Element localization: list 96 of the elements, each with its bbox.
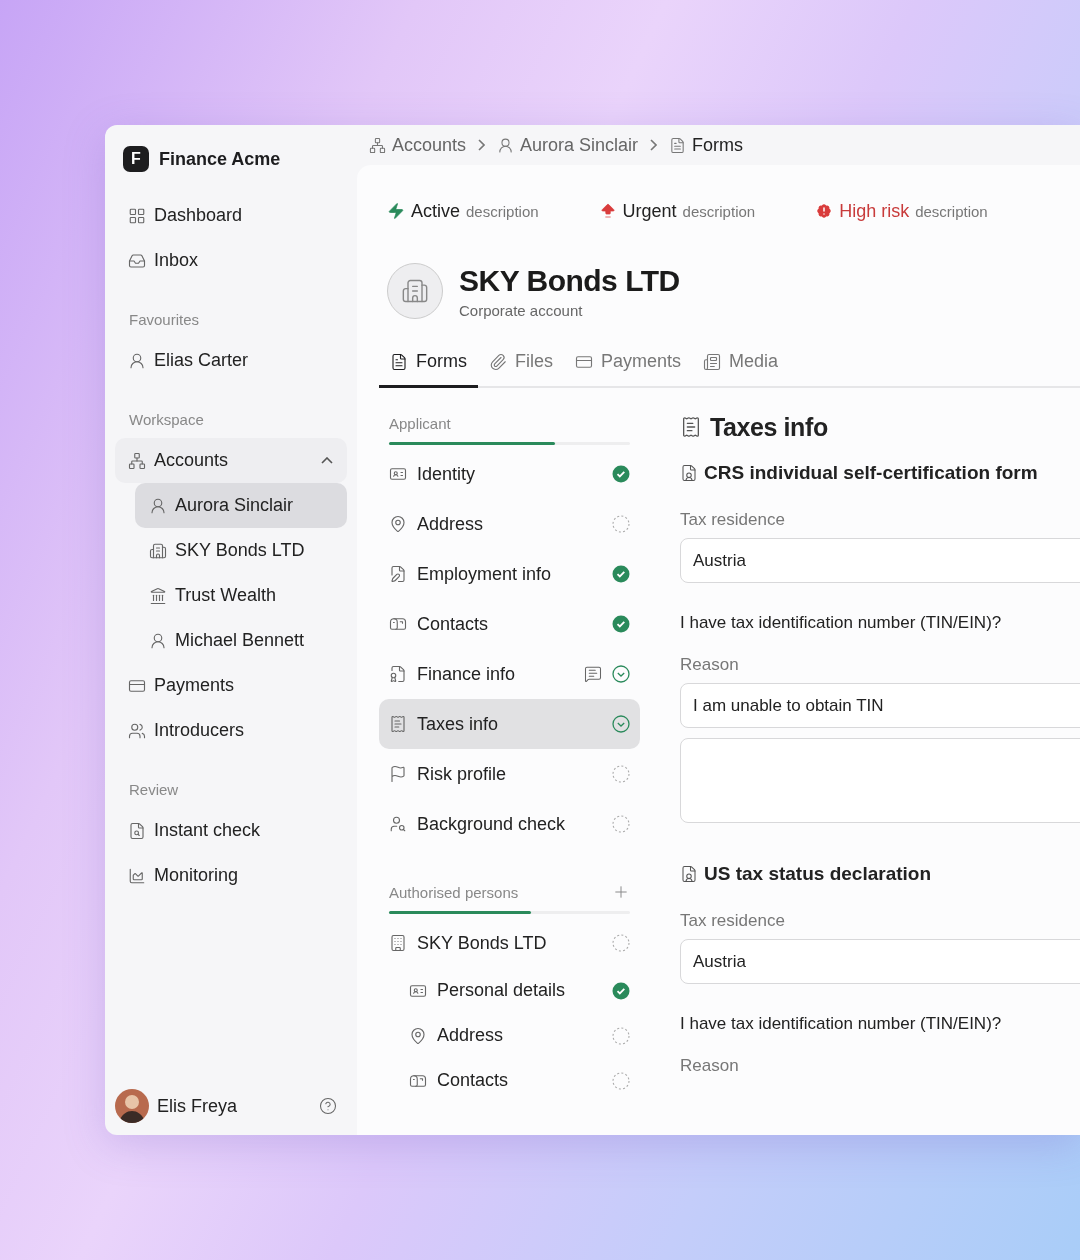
form-nav-item[interactable]: Employment info: [379, 549, 640, 599]
tab[interactable]: Payments: [564, 351, 693, 388]
group-title: Applicant: [389, 414, 451, 432]
form-nav-icon: [389, 665, 407, 683]
sidebar-item-icon: [128, 821, 146, 840]
account-type: Corporate account: [459, 301, 584, 319]
sidebar-item[interactable]: Accounts: [115, 438, 347, 483]
sidebar-item[interactable]: Introducers: [115, 708, 347, 753]
sidebar-item-icon: [128, 721, 146, 740]
sidebar-item-icon: [149, 541, 167, 560]
breadcrumb-icon: [497, 136, 515, 154]
form-nav-item[interactable]: Risk profile: [379, 749, 640, 799]
field-label: Tax residence: [680, 911, 786, 931]
form-nav-icon: [389, 515, 407, 533]
document-icon: [680, 464, 698, 482]
form-nav-icon: [389, 934, 407, 952]
sidebar-item-icon: [128, 251, 146, 270]
sidebar-item-icon: [128, 866, 146, 885]
sidebar-item-icon: [128, 351, 146, 370]
form-title: Taxes info: [680, 410, 1080, 444]
group-title: Authorised persons: [389, 883, 519, 901]
form-nav-icon: [409, 1026, 427, 1045]
form-nav-icon: [389, 815, 407, 833]
sidebar-item-icon: [128, 451, 146, 470]
form-nav-item[interactable]: Contacts: [379, 599, 640, 649]
sidebar-item-icon: [149, 496, 167, 515]
sidebar-item[interactable]: Payments: [115, 663, 347, 708]
sidebar-item[interactable]: Trust Wealth: [135, 573, 347, 618]
question-text: I have tax identification number (TIN/EIN)?: [680, 613, 1003, 633]
chevron-right-icon: [650, 139, 658, 151]
question-text: I have tax identification number (TIN/EIN)?: [680, 1014, 1003, 1034]
help-icon[interactable]: [319, 1097, 337, 1115]
comment-icon[interactable]: [584, 665, 602, 683]
breadcrumb-link[interactable]: Forms: [669, 134, 744, 156]
building-icon: [387, 263, 443, 319]
form-nav-icon: [389, 615, 407, 633]
sidebar-item[interactable]: SKY Bonds LTD: [135, 528, 347, 573]
status-description: description: [466, 202, 539, 220]
form-nav-item[interactable]: Personal details: [379, 968, 640, 1013]
field-label: Reason: [680, 655, 740, 675]
input-field[interactable]: I am unable to obtain TIN: [680, 683, 1080, 728]
form-nav-icon: [389, 715, 407, 733]
account-name: SKY Bonds LTD: [459, 263, 680, 298]
form-nav-item[interactable]: Contacts: [379, 1058, 640, 1103]
status-description: description: [915, 202, 988, 220]
input-field[interactable]: Austria: [680, 939, 1080, 984]
section-heading: CRS individual self-certification form: [704, 462, 1038, 484]
section-title: Review: [128, 781, 180, 798]
breadcrumb-icon: [369, 136, 386, 154]
sidebar-item-icon: [149, 631, 167, 650]
form-nav-icon: [389, 765, 407, 783]
brand-name: Finance Acme: [159, 148, 281, 170]
sidebar-item-icon: [149, 586, 167, 605]
form-nav-item[interactable]: Taxes info: [379, 699, 640, 749]
chevron-up-icon[interactable]: [321, 457, 333, 464]
tab-icon: [390, 352, 408, 371]
status-label: High risk: [839, 200, 910, 222]
form-nav-item[interactable]: Address: [379, 1013, 640, 1058]
breadcrumb-link[interactable]: Accounts: [369, 134, 467, 156]
breadcrumb-icon: [669, 136, 687, 154]
field-label: Tax residence: [680, 510, 786, 530]
field-label: Reason: [680, 1056, 740, 1076]
form-nav-item[interactable]: Finance info: [379, 649, 640, 699]
input-field[interactable]: Austria: [680, 538, 1080, 583]
section-title: Favourites: [128, 311, 201, 328]
tab[interactable]: Files: [478, 351, 564, 388]
status-label: Urgent: [622, 200, 677, 222]
sidebar-item[interactable]: Monitoring: [115, 853, 347, 898]
user-avatar[interactable]: [115, 1089, 149, 1123]
receipt-icon: [680, 416, 702, 438]
tab-icon: [703, 352, 722, 371]
tab[interactable]: Forms: [379, 351, 478, 388]
form-nav-item[interactable]: Background check: [379, 799, 640, 849]
status-description: description: [682, 202, 756, 220]
sidebar-item[interactable]: Inbox: [115, 238, 347, 283]
brand-logo: F: [123, 146, 149, 172]
section-title: Workspace: [128, 411, 205, 428]
tab[interactable]: Media: [692, 351, 790, 388]
sidebar-item[interactable]: Instant check: [115, 808, 347, 853]
sidebar-item[interactable]: Michael Bennett: [135, 618, 347, 663]
form-nav-item[interactable]: Identity: [379, 449, 640, 499]
form-nav-item[interactable]: SKY Bonds LTD: [379, 918, 640, 968]
user-name: Elis Freya: [157, 1095, 238, 1117]
section-heading: US tax status declaration: [704, 863, 932, 885]
sidebar-item-icon: [128, 206, 146, 225]
breadcrumb-link[interactable]: Aurora Sinclair: [497, 134, 639, 156]
form-nav-item[interactable]: Address: [379, 499, 640, 549]
tab-icon: [489, 352, 507, 371]
form-nav-icon: [389, 565, 407, 583]
document-icon: [680, 865, 698, 883]
form-nav-icon: [389, 465, 407, 483]
status-label: Active: [411, 200, 461, 222]
sidebar-item[interactable]: Aurora Sinclair: [135, 483, 347, 528]
sidebar-item[interactable]: Elias Carter: [115, 338, 347, 383]
sidebar-item[interactable]: Dashboard: [115, 193, 347, 238]
chevron-right-icon: [478, 139, 486, 151]
